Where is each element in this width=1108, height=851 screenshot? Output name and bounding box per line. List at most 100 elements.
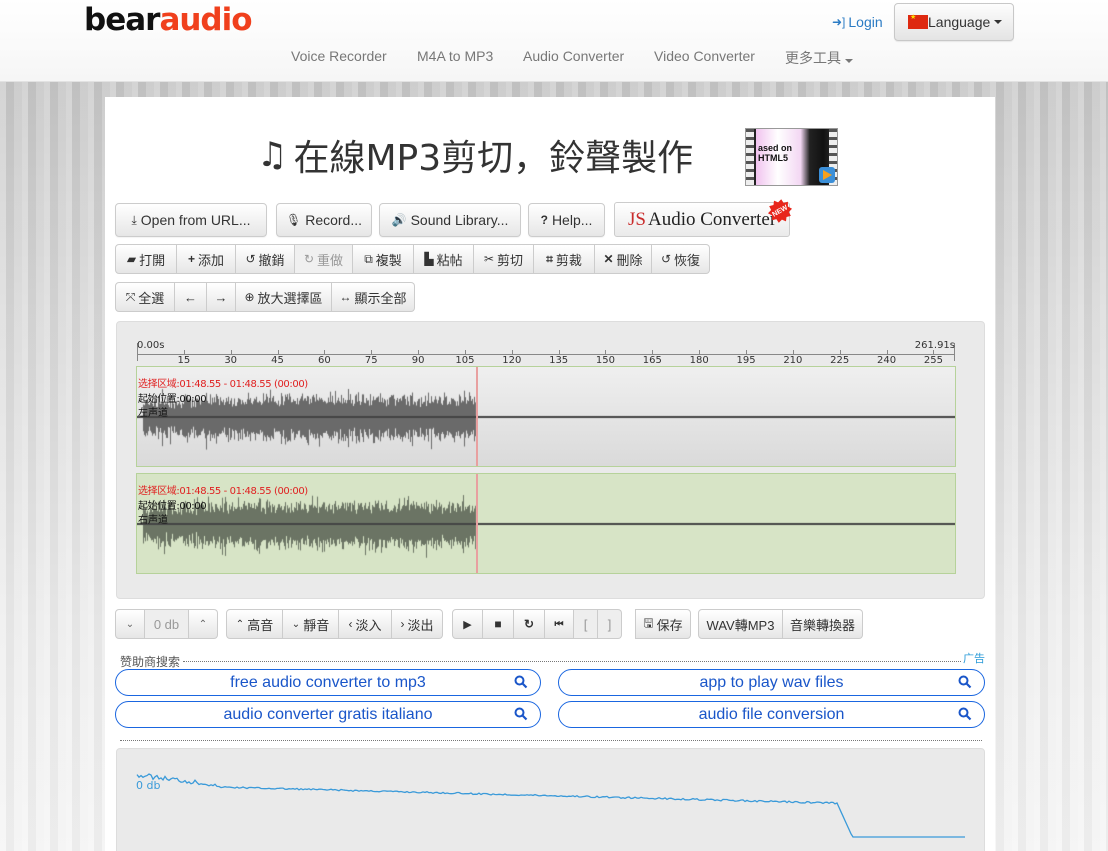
sponsor-label: 赞助商搜索	[120, 655, 181, 669]
sponsored-search-link[interactable]: audio file conversion	[558, 701, 985, 728]
ruler-tick-label: 90	[411, 355, 425, 366]
nav-audio-converter[interactable]: Audio Converter	[523, 48, 624, 64]
sponsored-search-link[interactable]: audio converter gratis italiano	[115, 701, 541, 728]
playhead-cursor[interactable]	[476, 367, 479, 466]
restore-button[interactable]: ↺ 恢復	[652, 244, 710, 274]
paste-button[interactable]: ▙ 粘帖	[414, 244, 474, 274]
ruler-tick-label: 240	[877, 355, 897, 366]
delete-button[interactable]: ✕ 刪除	[595, 244, 652, 274]
angle-left-icon: ‹	[348, 617, 353, 631]
site-header: bearaudio ➜] Login Language Voice Record…	[0, 0, 1108, 82]
ruler-tick-label: 120	[502, 355, 522, 366]
record-button[interactable]: 🎙 Record...	[276, 203, 372, 237]
zoom-selection-button[interactable]: ⊕ 放大選擇區	[236, 282, 332, 312]
ruler-tick	[839, 350, 841, 354]
volume-value: 0 db	[145, 609, 189, 639]
sponsored-search-link[interactable]: app to play wav files	[558, 669, 985, 696]
add-button[interactable]: + 添加	[177, 244, 236, 274]
scissors-icon: ✂	[483, 252, 495, 266]
ruler-tick	[464, 350, 466, 354]
playhead-cursor[interactable]	[476, 474, 479, 573]
video-thumb-text: ased on HTML5	[758, 143, 792, 163]
sign-in-icon: ➜]	[832, 15, 846, 29]
open-button[interactable]: ▰ 打開	[115, 244, 177, 274]
move-right-button[interactable]: →	[207, 282, 236, 312]
mark-out-button[interactable]: ]	[598, 609, 622, 639]
language-dropdown[interactable]: Language	[894, 3, 1014, 41]
double-down-icon: ⌄	[291, 618, 301, 630]
video-thumb-text-line1: ased on	[758, 143, 793, 153]
search-icon	[958, 675, 972, 689]
treble-button[interactable]: ⌃ 高音	[226, 609, 283, 639]
sponsored-search-link[interactable]: free audio converter to mp3	[115, 669, 541, 696]
show-all-button[interactable]: ↔ 顯示全部	[332, 282, 415, 312]
nav-video-converter[interactable]: Video Converter	[654, 48, 755, 64]
film-strip-left	[746, 129, 754, 185]
music-converter-button[interactable]: 音樂轉換器	[783, 609, 863, 639]
js-prefix: JS	[628, 208, 646, 230]
nav-voice-recorder[interactable]: Voice Recorder	[291, 48, 387, 64]
cut-button[interactable]: ✂ 剪切	[474, 244, 534, 274]
search-icon	[514, 675, 528, 689]
login-link[interactable]: ➜] Login	[832, 14, 883, 30]
ad-label[interactable]: 广告	[963, 650, 985, 666]
save-label: 保存	[656, 617, 683, 633]
sound-library-button[interactable]: 🔊 Sound Library...	[379, 203, 521, 237]
angle-right-icon: ›	[400, 617, 405, 631]
chevron-up-icon: ⌃	[198, 618, 208, 630]
video-thumbnail[interactable]: ased on HTML5	[745, 128, 838, 186]
zoom-selection-label: 放大選擇區	[257, 290, 323, 306]
undo-button[interactable]: ↺ 撤銷	[236, 244, 295, 274]
fade-in-button[interactable]: ‹ 淡入	[339, 609, 392, 639]
mark-in-button[interactable]: [	[574, 609, 598, 639]
move-left-button[interactable]: ←	[175, 282, 207, 312]
help-label: Help...	[551, 212, 593, 228]
selection-info: 选择区域:01:48.55 - 01:48.55 (00:00)	[138, 486, 308, 497]
channel-label: 左声道	[138, 408, 168, 419]
js-audio-converter-label: Audio Converter	[647, 208, 777, 230]
ruler-tick-label: 150	[595, 355, 616, 366]
step-backward-icon: ⏮	[554, 618, 564, 630]
zoom-in-icon: ⊕	[244, 290, 255, 304]
ruler-tick	[183, 350, 185, 354]
volume-down-button[interactable]: ⌄	[115, 609, 145, 639]
start-position: 起始位置:00:00	[138, 501, 207, 512]
chevron-down-icon: ⌄	[125, 618, 135, 630]
fade-out-button[interactable]: › 淡出	[392, 609, 443, 639]
help-button[interactable]: ? Help...	[528, 203, 605, 237]
save-group: 🖫 保存	[635, 609, 691, 639]
loop-button[interactable]: ↻	[514, 609, 545, 639]
ruler-tick	[418, 350, 420, 354]
right-channel-track[interactable]: 选择区域:01:48.55 - 01:48.55 (00:00) 起始位置:00…	[136, 473, 956, 574]
open-from-url-button[interactable]: ⤓ Open from URL...	[115, 203, 267, 237]
copy-button[interactable]: ⧉ 複製	[353, 244, 414, 274]
crop-button[interactable]: ⌗ 剪裁	[534, 244, 595, 274]
login-label: Login	[848, 14, 883, 30]
search-icon	[514, 707, 528, 721]
save-button[interactable]: 🖫 保存	[635, 609, 691, 639]
china-flag-icon	[908, 13, 928, 29]
transport-controls: ▶ ■ ↻ ⏮ [ ]	[452, 609, 622, 639]
js-audio-converter-button[interactable]: JS Audio Converter NEW	[614, 202, 790, 237]
edit-toolbar: ▰ 打開 + 添加 ↺ 撤銷 ↻ 重做 ⧉ 複製 ▙ 粘帖 ✂ 剪切 ⌗ 剪裁 ✕ 刪除 ↺ 恢復	[115, 244, 710, 274]
wav-to-mp3-button[interactable]: WAV轉MP3	[698, 609, 783, 639]
ruler-end-label: 261.91s	[914, 340, 955, 351]
delete-label: 刪除	[616, 252, 643, 268]
undo-icon: ↺	[245, 252, 256, 266]
select-all-button[interactable]: ⤧ 全選	[115, 282, 175, 312]
mute-button[interactable]: ⌄ 靜音	[283, 609, 339, 639]
ruler-tick	[792, 350, 794, 354]
time-ruler[interactable]: 0.00s 261.91s 15 30 45 60 75 90 105 120 135 150 16…	[137, 340, 955, 366]
volume-up-button[interactable]: ⌃	[189, 609, 218, 639]
arrow-right-icon: →	[214, 289, 228, 305]
rewind-button[interactable]: ⏮	[545, 609, 574, 639]
mute-label: 靜音	[303, 617, 330, 633]
redo-button[interactable]: ↻ 重做	[295, 244, 353, 274]
nav-m4a-to-mp3[interactable]: M4A to MP3	[417, 48, 493, 64]
bearaudio-logo[interactable]: bearaudio	[84, 2, 253, 38]
nav-more-tools[interactable]: 更多工具	[785, 48, 853, 68]
stop-button[interactable]: ■	[483, 609, 514, 639]
cut-label: 剪切	[497, 252, 524, 268]
left-channel-track[interactable]: 选择区域:01:48.55 - 01:48.55 (00:00) 起始位置:00…	[136, 366, 956, 467]
play-button[interactable]: ▶	[452, 609, 483, 639]
